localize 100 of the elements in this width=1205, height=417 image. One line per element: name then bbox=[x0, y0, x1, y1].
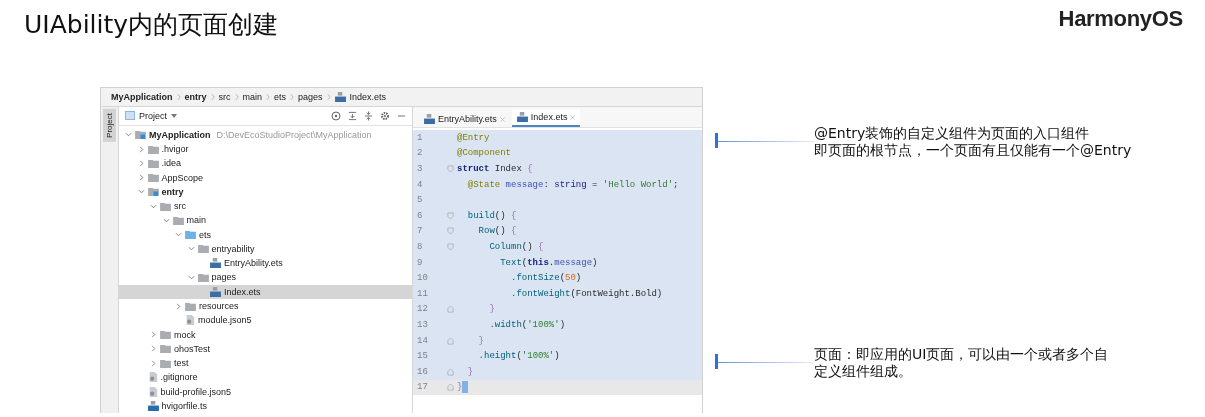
tree-item[interactable]: mock bbox=[119, 327, 412, 342]
folder-icon bbox=[160, 201, 171, 211]
tree-item[interactable]: ets bbox=[119, 227, 412, 242]
panel-title[interactable]: Project bbox=[139, 110, 167, 121]
folder-icon bbox=[185, 301, 196, 311]
separator-icon bbox=[290, 93, 295, 101]
line-number: 5 bbox=[416, 195, 424, 206]
folder-icon bbox=[172, 215, 184, 225]
config-file-icon bbox=[147, 372, 158, 383]
breadcrumb[interactable]: entry bbox=[184, 92, 207, 102]
tree-item[interactable]: main bbox=[119, 213, 412, 228]
separator-icon bbox=[326, 93, 331, 101]
tree-item[interactable]: AppScope bbox=[119, 170, 412, 185]
breadcrumb[interactable]: pages bbox=[298, 92, 323, 102]
code-line: } bbox=[477, 335, 484, 346]
fold-icon[interactable] bbox=[446, 242, 454, 251]
breadcrumb[interactable]: Index.ets bbox=[349, 92, 387, 102]
callout-text: 页面：即应用的UI页面，可以由一个或者多个自 定义组件组成。 bbox=[814, 346, 1109, 380]
editor-tab[interactable]: EntryAbility.ets bbox=[419, 111, 510, 127]
fold-icon[interactable] bbox=[446, 383, 454, 392]
file-icon bbox=[516, 112, 528, 122]
tree-item[interactable]: MyApplication D:\DevEcoStudioProject\MyApplication bbox=[119, 127, 412, 142]
fold-icon[interactable] bbox=[446, 305, 454, 314]
code-line: Column() { bbox=[488, 241, 544, 252]
code-line: struct Index { bbox=[457, 164, 533, 174]
file-icon bbox=[424, 114, 435, 124]
line-number: 8 bbox=[416, 241, 424, 252]
breadcrumb[interactable]: MyApplication bbox=[111, 92, 173, 102]
folder-icon bbox=[197, 272, 209, 282]
line-number: 6 bbox=[416, 210, 424, 221]
line-number: 14 bbox=[416, 335, 429, 346]
code-line: } bbox=[466, 366, 474, 377]
line-number: 9 bbox=[416, 257, 424, 268]
tree-item[interactable]: .hvigor bbox=[119, 141, 412, 157]
line-number: 16 bbox=[416, 366, 429, 377]
chevron-down-icon[interactable] bbox=[187, 273, 195, 281]
tree-item[interactable]: hvigorfile.ts bbox=[119, 398, 412, 413]
tree-item[interactable]: resources bbox=[119, 298, 412, 314]
settings-icon[interactable] bbox=[380, 110, 390, 121]
folder-icon bbox=[147, 158, 159, 168]
line-number: 10 bbox=[416, 273, 429, 284]
fold-icon[interactable] bbox=[446, 336, 454, 345]
text-cursor bbox=[462, 381, 469, 394]
side-tab[interactable]: Project bbox=[103, 109, 116, 142]
code-line: @State message: string = 'Hello World'; bbox=[466, 179, 679, 190]
separator-icon bbox=[266, 93, 271, 101]
chevron-right-icon[interactable] bbox=[175, 302, 182, 310]
close-icon[interactable] bbox=[499, 116, 505, 122]
callout-text: @Entry装饰的自定义组件为页面的入口组件 即页面的根节点，一个页面有且仅能有一个@Entry bbox=[814, 125, 1132, 159]
tree-item[interactable]: Index.ets bbox=[119, 284, 412, 299]
collapse-all-icon[interactable] bbox=[364, 110, 373, 121]
file-icon bbox=[147, 400, 159, 411]
tree-item[interactable]: module.json5 bbox=[119, 313, 412, 328]
folder-icon bbox=[185, 230, 196, 240]
tree-item[interactable]: ohosTest bbox=[119, 341, 412, 356]
tree-item[interactable]: build-profile.json5 bbox=[119, 384, 412, 399]
fold-icon[interactable] bbox=[446, 165, 454, 173]
tree-item[interactable]: entryability bbox=[119, 241, 412, 257]
line-number: 1 bbox=[416, 132, 424, 143]
editor-tab[interactable]: Index.ets bbox=[511, 109, 581, 127]
chevron-down-icon[interactable] bbox=[125, 131, 132, 139]
breadcrumb[interactable]: src bbox=[218, 92, 231, 102]
line-number: 3 bbox=[416, 164, 424, 174]
target-icon[interactable] bbox=[331, 110, 341, 121]
folder-icon bbox=[135, 130, 146, 140]
separator-icon bbox=[210, 93, 215, 101]
tree-item[interactable]: .gitignore bbox=[119, 370, 412, 385]
expand-all-icon[interactable] bbox=[348, 110, 357, 121]
line-number: 15 bbox=[416, 351, 429, 362]
folder-icon bbox=[147, 173, 159, 183]
tree-item[interactable]: .idea bbox=[119, 156, 412, 171]
separator-icon bbox=[176, 93, 181, 101]
code-line: } bbox=[457, 382, 463, 393]
marker bbox=[715, 354, 718, 369]
code-line: .height('100%') bbox=[477, 351, 560, 362]
breadcrumb[interactable]: main bbox=[242, 92, 263, 102]
tree-item[interactable]: EntryAbility.ets bbox=[119, 256, 412, 271]
fold-icon[interactable] bbox=[446, 227, 454, 236]
fold-icon[interactable] bbox=[446, 367, 454, 376]
breadcrumb[interactable]: ets bbox=[274, 92, 287, 102]
marker bbox=[715, 133, 718, 148]
code-line: Text(this.message) bbox=[499, 257, 598, 268]
tree-item[interactable]: test bbox=[119, 355, 412, 371]
tree-item[interactable]: pages bbox=[119, 270, 412, 285]
code-line: .fontWeight(FontWeight.Bold) bbox=[510, 288, 663, 299]
slide-title: UIAbility内的页面创建 bbox=[24, 9, 279, 41]
folder-icon bbox=[197, 244, 209, 254]
tree-item[interactable]: entry bbox=[119, 184, 412, 199]
folder-icon bbox=[147, 144, 159, 154]
tree-item[interactable]: src bbox=[119, 199, 412, 214]
separator-icon bbox=[234, 93, 239, 101]
folder-icon bbox=[160, 330, 171, 340]
close-icon[interactable] bbox=[570, 114, 576, 120]
line-number: 2 bbox=[416, 148, 424, 159]
folder-icon bbox=[147, 187, 159, 197]
code-line: .fontSize(50) bbox=[510, 273, 582, 284]
dropdown-icon[interactable] bbox=[171, 113, 177, 118]
line-number: 12 bbox=[416, 304, 429, 315]
fold-icon[interactable] bbox=[446, 211, 454, 220]
line-number: 11 bbox=[416, 288, 429, 299]
